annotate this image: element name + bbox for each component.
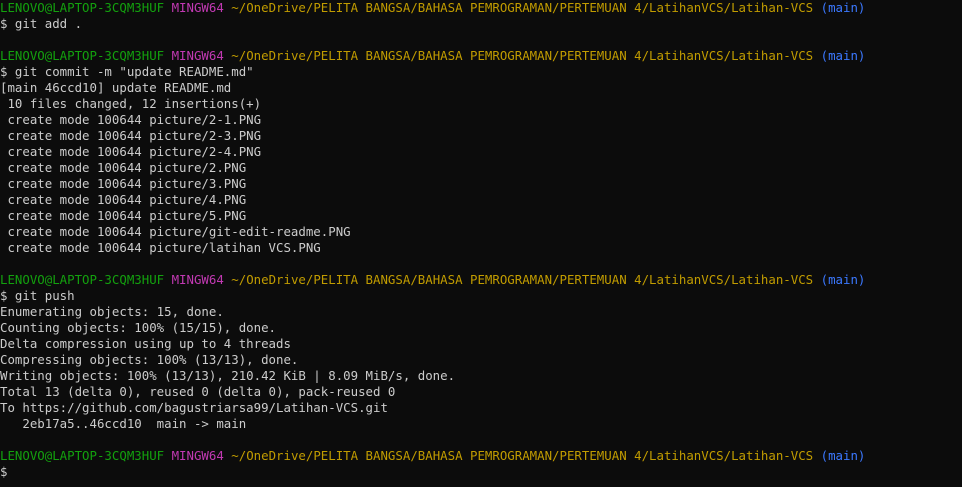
prompt-line: LENOVO@LAPTOP-3CQM3HUF MINGW64 ~/OneDriv…: [0, 0, 962, 16]
prompt-user-host: LENOVO@LAPTOP-3CQM3HUF: [0, 448, 165, 463]
prompt-line: LENOVO@LAPTOP-3CQM3HUF MINGW64 ~/OneDriv…: [0, 48, 962, 64]
output-line: To https://github.com/bagustriarsa99/Lat…: [0, 400, 388, 415]
output-line: create mode 100644 picture/2.PNG: [0, 160, 247, 175]
output-line: Delta compression using up to 4 threads: [0, 336, 291, 351]
output-line: create mode 100644 picture/git-edit-read…: [0, 224, 351, 239]
prompt-system: MINGW64: [171, 0, 224, 15]
prompt-user-host: LENOVO@LAPTOP-3CQM3HUF: [0, 48, 165, 63]
prompt-system: MINGW64: [171, 448, 224, 463]
output-line: create mode 100644 picture/4.PNG: [0, 192, 247, 207]
command-git-commit: $ git commit -m "update README.md": [0, 64, 254, 79]
prompt-line: LENOVO@LAPTOP-3CQM3HUF MINGW64 ~/OneDriv…: [0, 448, 962, 464]
output-line: Enumerating objects: 15, done.: [0, 304, 224, 319]
output-line: [main 46ccd10] update README.md: [0, 80, 232, 95]
output-line: 10 files changed, 12 insertions(+): [0, 96, 262, 111]
prompt-system: MINGW64: [171, 272, 224, 287]
output-line: create mode 100644 picture/2-3.PNG: [0, 128, 262, 143]
output-line: create mode 100644 picture/latihan VCS.P…: [0, 240, 321, 255]
command-git-push: $ git push: [0, 288, 75, 303]
terminal-window[interactable]: LENOVO@LAPTOP-3CQM3HUF MINGW64 ~/OneDriv…: [0, 0, 962, 487]
output-line: Compressing objects: 100% (13/13), done.: [0, 352, 299, 367]
output-line: Counting objects: 100% (15/15), done.: [0, 320, 277, 335]
output-line: create mode 100644 picture/3.PNG: [0, 176, 247, 191]
text-cursor: [7, 465, 14, 479]
prompt-user-host: LENOVO@LAPTOP-3CQM3HUF: [0, 272, 165, 287]
prompt-path: ~/OneDrive/PELITA BANGSA/BAHASA PEMROGRA…: [231, 448, 814, 463]
output-line: create mode 100644 picture/5.PNG: [0, 208, 247, 223]
prompt-branch: (main): [820, 448, 866, 463]
prompt-path: ~/OneDrive/PELITA BANGSA/BAHASA PEMROGRA…: [231, 0, 814, 15]
output-line: create mode 100644 picture/2-4.PNG: [0, 144, 262, 159]
prompt-path: ~/OneDrive/PELITA BANGSA/BAHASA PEMROGRA…: [231, 48, 814, 63]
prompt-path: ~/OneDrive/PELITA BANGSA/BAHASA PEMROGRA…: [231, 272, 814, 287]
output-line: Total 13 (delta 0), reused 0 (delta 0), …: [0, 384, 396, 399]
output-line: create mode 100644 picture/2-1.PNG: [0, 112, 262, 127]
command-input-line[interactable]: $: [0, 464, 962, 480]
output-line: 2eb17a5..46ccd10 main -> main: [0, 416, 247, 431]
prompt-user-host: LENOVO@LAPTOP-3CQM3HUF: [0, 0, 165, 15]
output-line: Writing objects: 100% (13/13), 210.42 Ki…: [0, 368, 456, 383]
final-prompt-symbol: $: [0, 464, 8, 479]
prompt-line: LENOVO@LAPTOP-3CQM3HUF MINGW64 ~/OneDriv…: [0, 272, 962, 288]
scrollbar[interactable]: [958, 0, 962, 487]
command-git-add: $ git add .: [0, 16, 83, 31]
prompt-system: MINGW64: [171, 48, 224, 63]
prompt-branch: (main): [820, 0, 866, 15]
prompt-branch: (main): [820, 272, 866, 287]
prompt-branch: (main): [820, 48, 866, 63]
